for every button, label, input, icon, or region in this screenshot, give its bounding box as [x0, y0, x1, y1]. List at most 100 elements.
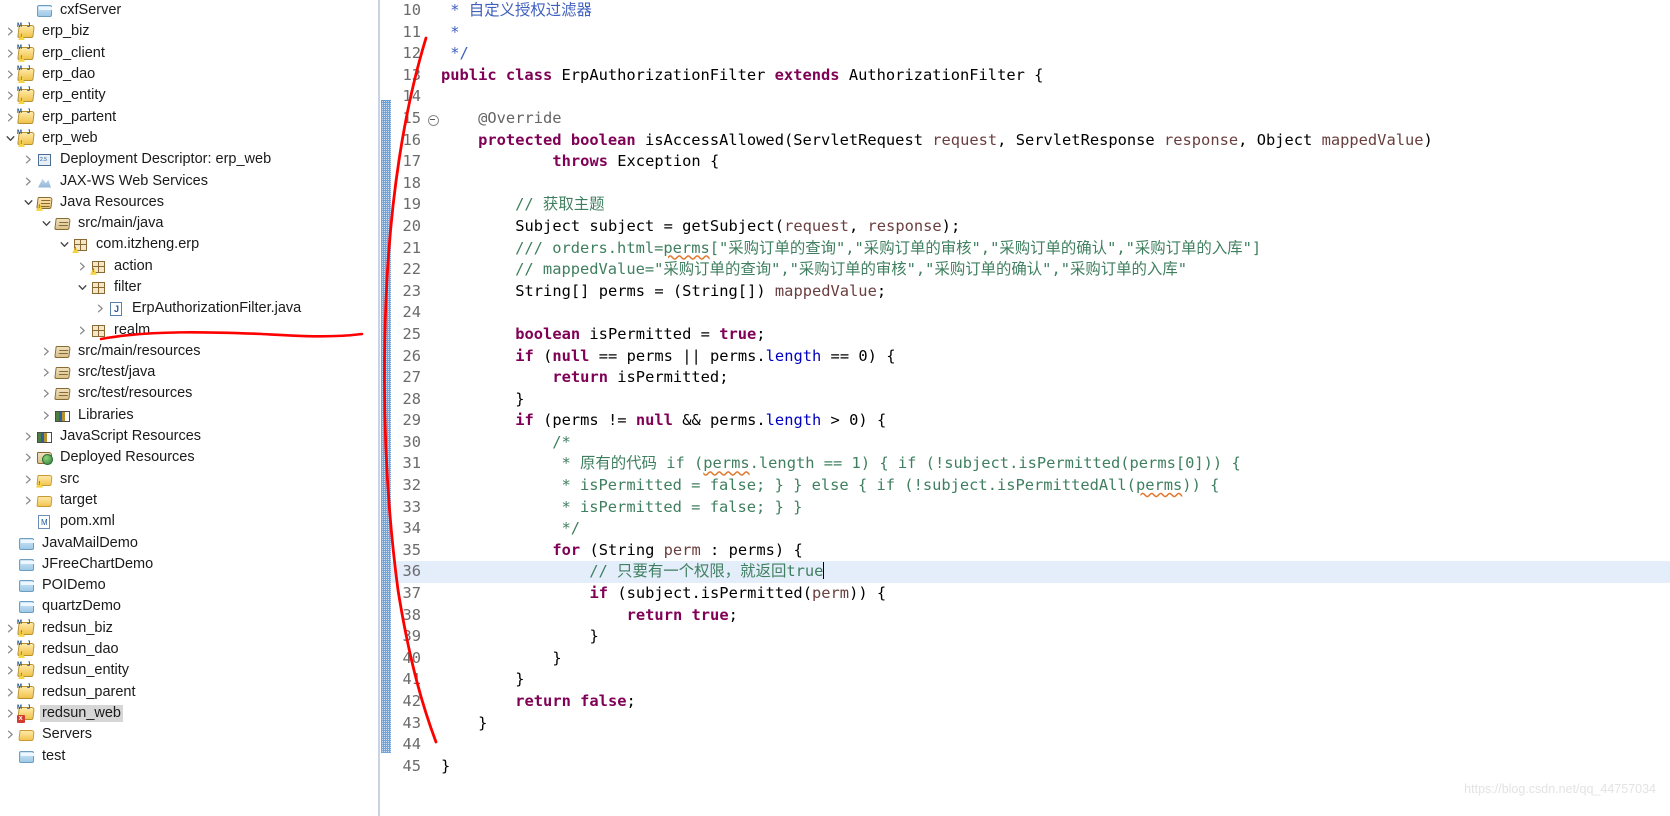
tree-item-redsun-parent[interactable]: M J redsun_parent — [0, 682, 378, 703]
code-line-12[interactable]: 12 */ — [391, 43, 1670, 65]
code-line-24[interactable]: 24 — [391, 302, 1670, 324]
code-line-33[interactable]: 33 * isPermitted = false; } } — [391, 497, 1670, 519]
chevron-right-icon[interactable] — [40, 389, 53, 398]
chevron-right-icon[interactable] — [4, 709, 17, 718]
chevron-right-icon[interactable] — [4, 730, 17, 739]
chevron-right-icon[interactable] — [4, 624, 17, 633]
chevron-right-icon[interactable] — [4, 27, 17, 36]
chevron-right-icon[interactable] — [40, 347, 53, 356]
code-line-34[interactable]: 34 */ — [391, 518, 1670, 540]
tree-item-java-resources[interactable]: Java Resources — [0, 192, 378, 213]
tree-item-src-main-resources[interactable]: src/main/resources — [0, 341, 378, 362]
chevron-right-icon[interactable] — [4, 113, 17, 122]
tree-item-erp-web[interactable]: MJ erp_web — [0, 128, 378, 149]
chevron-right-icon[interactable] — [4, 49, 17, 58]
code-line-25[interactable]: 25 boolean isPermitted = true; — [391, 324, 1670, 346]
chevron-right-icon[interactable] — [76, 262, 89, 271]
code-line-18[interactable]: 18 — [391, 173, 1670, 195]
chevron-right-icon[interactable] — [22, 475, 35, 484]
code-line-38[interactable]: 38 return true; — [391, 605, 1670, 627]
code-line-16[interactable]: 16 protected boolean isAccessAllowed(Ser… — [391, 130, 1670, 152]
chevron-right-icon[interactable] — [4, 645, 17, 654]
code-line-28[interactable]: 28 } — [391, 389, 1670, 411]
chevron-right-icon[interactable] — [22, 177, 35, 186]
code-line-17[interactable]: 17 throws Exception { — [391, 151, 1670, 173]
tree-item-erp-biz[interactable]: MJ erp_biz — [0, 21, 378, 42]
code-line-45[interactable]: 45} — [391, 756, 1670, 778]
code-line-29[interactable]: 29 if (perms != null && perms.length > 0… — [391, 410, 1670, 432]
chevron-down-icon[interactable] — [22, 198, 35, 207]
tree-item-poidemo[interactable]: POIDemo — [0, 575, 378, 596]
chevron-right-icon[interactable] — [76, 326, 89, 335]
chevron-right-icon[interactable] — [22, 496, 35, 505]
chevron-right-icon[interactable] — [94, 304, 107, 313]
tree-item-erp-partent[interactable]: M J erp_partent — [0, 106, 378, 127]
code-line-42[interactable]: 42 return false; — [391, 691, 1670, 713]
tree-item-src[interactable]: src — [0, 469, 378, 490]
tree-item-jfreechartdemo[interactable]: JFreeChartDemo — [0, 554, 378, 575]
chevron-right-icon[interactable] — [22, 155, 35, 164]
tree-item-com-itzheng-erp[interactable]: com.itzheng.erp — [0, 234, 378, 255]
code-line-14[interactable]: 14 — [391, 86, 1670, 108]
tree-item-test[interactable]: test — [0, 745, 378, 766]
tree-item-jax-ws-web-services[interactable]: JAX-WS Web Services — [0, 170, 378, 191]
code-line-37[interactable]: 37 if (subject.isPermitted(perm)) { — [391, 583, 1670, 605]
code-lines-container[interactable]: 10 * 自定义授权过滤器 11 * 12 */13 public class Erp… — [391, 0, 1670, 816]
package-explorer-tree[interactable]: cxfServerMJerp_bizMJerp_clientMJerp_daoM… — [0, 0, 378, 816]
code-line-15[interactable]: 15 @Override — [391, 108, 1670, 130]
chevron-down-icon[interactable] — [76, 283, 89, 292]
tree-item-src-main-java[interactable]: src/main/java — [0, 213, 378, 234]
chevron-right-icon[interactable] — [4, 666, 17, 675]
tree-item-redsun-biz[interactable]: MJ redsun_biz — [0, 618, 378, 639]
code-line-44[interactable]: 44 — [391, 734, 1670, 756]
chevron-right-icon[interactable] — [4, 91, 17, 100]
tree-item-redsun-web[interactable]: MJredsun_web — [0, 703, 378, 724]
code-line-39[interactable]: 39 } — [391, 626, 1670, 648]
code-editor-panel[interactable]: 10 * 自定义授权过滤器 11 * 12 */13 public class Erp… — [378, 0, 1670, 816]
tree-item-javascript-resources[interactable]: JavaScript Resources — [0, 426, 378, 447]
code-line-10[interactable]: 10 * 自定义授权过滤器 — [391, 0, 1670, 22]
tree-item-quartzdemo[interactable]: quartzDemo — [0, 596, 378, 617]
tree-item-src-test-java[interactable]: src/test/java — [0, 362, 378, 383]
code-line-43[interactable]: 43 } — [391, 713, 1670, 735]
tree-item-erp-client[interactable]: MJ erp_client — [0, 43, 378, 64]
code-line-30[interactable]: 30 /* — [391, 432, 1670, 454]
chevron-right-icon[interactable] — [22, 453, 35, 462]
chevron-right-icon[interactable] — [22, 432, 35, 441]
tree-item-erp-dao[interactable]: MJ erp_dao — [0, 64, 378, 85]
code-line-40[interactable]: 40 } — [391, 648, 1670, 670]
chevron-right-icon[interactable] — [40, 368, 53, 377]
tree-item-cxfserver[interactable]: cxfServer — [0, 0, 378, 21]
code-line-21[interactable]: 21 /// orders.html=perms["采购订单的查询","采购订单… — [391, 238, 1670, 260]
tree-item-filter[interactable]: filter — [0, 277, 378, 298]
tree-item-erpauthorizationfilter-java[interactable]: ErpAuthorizationFilter.java — [0, 298, 378, 319]
tree-item-erp-entity[interactable]: MJ erp_entity — [0, 85, 378, 106]
code-line-27[interactable]: 27 return isPermitted; — [391, 367, 1670, 389]
tree-item-pom-xml[interactable]: pom.xml — [0, 511, 378, 532]
code-line-26[interactable]: 26 if (null == perms || perms.length == … — [391, 346, 1670, 368]
tree-item-redsun-dao[interactable]: MJ redsun_dao — [0, 639, 378, 660]
tree-item-javamaildemo[interactable]: JavaMailDemo — [0, 532, 378, 553]
code-line-32[interactable]: 32 * isPermitted = false; } } else { if … — [391, 475, 1670, 497]
chevron-right-icon[interactable] — [4, 688, 17, 697]
tree-item-target[interactable]: target — [0, 490, 378, 511]
tree-item-action[interactable]: action — [0, 256, 378, 277]
tree-item-src-test-resources[interactable]: src/test/resources — [0, 383, 378, 404]
tree-item-libraries[interactable]: Libraries — [0, 405, 378, 426]
tree-item-redsun-entity[interactable]: MJ redsun_entity — [0, 660, 378, 681]
code-line-13[interactable]: 13 public class ErpAuthorizationFilter ex… — [391, 65, 1670, 87]
code-line-22[interactable]: 22 // mappedValue="采购订单的查询","采购订单的审核","采… — [391, 259, 1670, 281]
code-line-19[interactable]: 19 // 获取主题 — [391, 194, 1670, 216]
code-line-11[interactable]: 11 * — [391, 22, 1670, 44]
tree-item-servers[interactable]: Servers — [0, 724, 378, 745]
code-line-23[interactable]: 23 String[] perms = (String[]) mappedVal… — [391, 281, 1670, 303]
code-line-35[interactable]: 35 for (String perm : perms) { — [391, 540, 1670, 562]
chevron-right-icon[interactable] — [4, 70, 17, 79]
chevron-right-icon[interactable] — [40, 411, 53, 420]
folding-annotation-column[interactable] — [381, 0, 391, 816]
chevron-down-icon[interactable] — [4, 134, 17, 143]
tree-item-realm[interactable]: realm — [0, 319, 378, 340]
code-line-41[interactable]: 41 } — [391, 669, 1670, 691]
code-line-31[interactable]: 31 * 原有的代码 if (perms.length == 1) { if (… — [391, 453, 1670, 475]
code-line-20[interactable]: 20 Subject subject = getSubject(request,… — [391, 216, 1670, 238]
